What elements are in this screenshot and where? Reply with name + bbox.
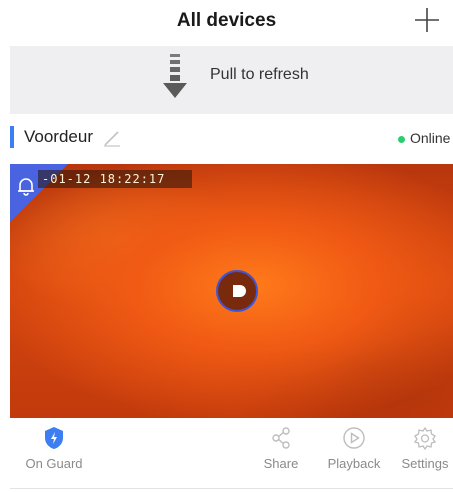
device-name: Voordeur xyxy=(24,127,93,146)
share-button[interactable]: Share xyxy=(258,426,304,471)
share-label: Share xyxy=(263,456,299,471)
refresh-label: Pull to refresh xyxy=(210,66,309,83)
video-timestamp: -01-12 18:22:17 xyxy=(38,170,192,188)
device-header: Voordeur Online xyxy=(0,114,453,164)
pencil-icon xyxy=(104,131,120,147)
app-header: All devices xyxy=(0,0,453,46)
playback-button[interactable]: Playback xyxy=(322,426,386,471)
on-guard-label: On Guard xyxy=(25,456,83,471)
on-guard-button[interactable]: On Guard xyxy=(22,426,86,471)
device-action-bar: On Guard Share Playback Settings xyxy=(0,418,453,492)
pull-to-refresh-banner: Pull to refresh xyxy=(10,46,453,114)
camera-preview[interactable]: -01-12 18:22:17 xyxy=(10,164,453,418)
edit-name-button[interactable] xyxy=(103,129,121,147)
settings-button[interactable]: Settings xyxy=(396,426,453,471)
shield-icon xyxy=(45,427,63,449)
add-device-button[interactable] xyxy=(413,6,441,34)
device-accent-bar xyxy=(10,126,14,148)
playback-icon xyxy=(343,427,365,449)
playback-label: Playback xyxy=(327,456,381,471)
settings-label: Settings xyxy=(401,456,449,471)
plus-icon xyxy=(415,8,439,32)
gear-icon xyxy=(413,426,437,450)
share-icon xyxy=(272,427,290,449)
down-arrow-icon xyxy=(162,52,188,104)
play-button[interactable] xyxy=(216,270,258,312)
play-icon xyxy=(233,285,246,297)
status-badge: Online xyxy=(410,130,451,146)
bottom-divider xyxy=(10,488,453,489)
status-dot xyxy=(398,136,405,143)
page-title: All devices xyxy=(176,10,277,31)
